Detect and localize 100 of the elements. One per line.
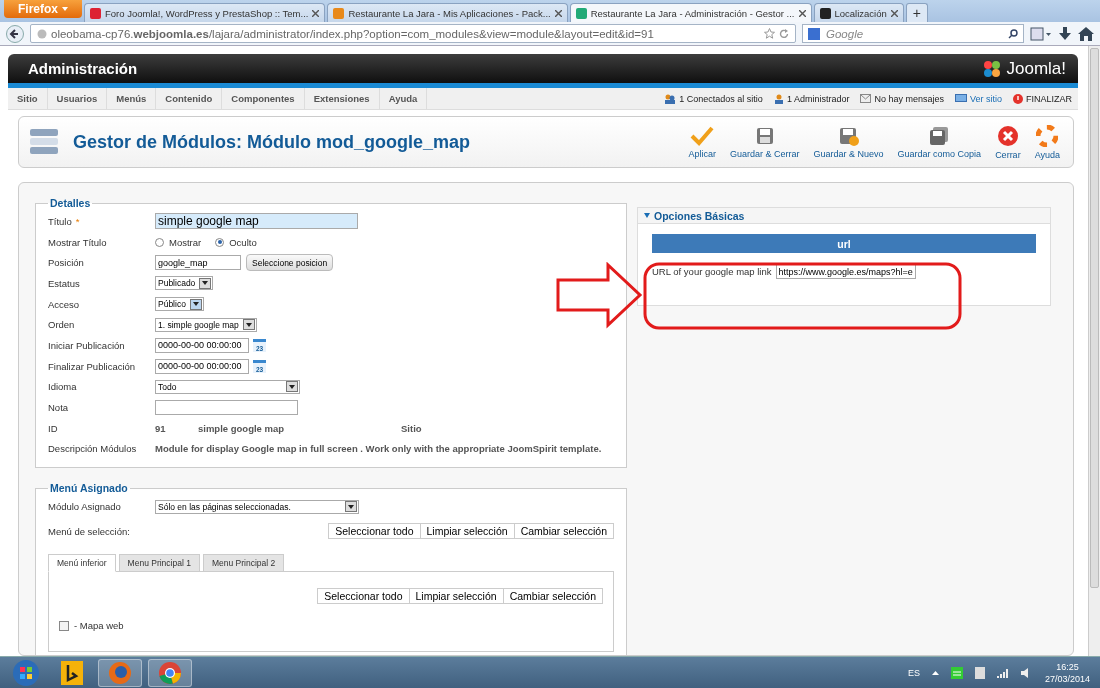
- selection-button[interactable]: Limpiar selección: [419, 523, 515, 540]
- field-label: ID: [48, 422, 59, 434]
- search-engine-icon[interactable]: [808, 27, 822, 40]
- field-label: Acceso: [48, 298, 81, 310]
- scrollbar[interactable]: [1088, 46, 1100, 656]
- modules-icon: [29, 127, 59, 157]
- select-position-button[interactable]: Seleccione posicion: [246, 254, 334, 272]
- close-icon[interactable]: [890, 9, 898, 17]
- back-icon[interactable]: [6, 24, 24, 43]
- status-item: No hay mensajes: [860, 93, 944, 104]
- caret-icon: [286, 381, 298, 393]
- language-indicator[interactable]: ES: [907, 667, 920, 678]
- field-label: URL of your google map link: [652, 266, 772, 277]
- users-icon: [664, 93, 677, 104]
- close-icon[interactable]: [798, 9, 806, 17]
- selection-button[interactable]: Seleccionar todo: [328, 523, 421, 540]
- favicon-icon: [819, 7, 831, 19]
- radio-button[interactable]: [215, 237, 225, 247]
- menu-tab[interactable]: Menú inferior: [48, 553, 116, 572]
- menu-item[interactable]: Menús: [107, 88, 157, 109]
- status-item[interactable]: FINALIZAR: [1013, 93, 1072, 104]
- toolbar-button[interactable]: Ayuda: [1027, 124, 1067, 160]
- network-app-icon[interactable]: [950, 666, 963, 679]
- close-icon[interactable]: [554, 9, 562, 17]
- radio-option[interactable]: Oculto: [215, 236, 257, 248]
- chrome-app-icon[interactable]: [148, 658, 192, 687]
- toolbar-button[interactable]: Guardar & Cerrar: [723, 125, 807, 159]
- joomla-logo: Joomla!: [982, 58, 1066, 79]
- admin-title: Administración: [28, 60, 138, 77]
- select-field[interactable]: Publicado: [155, 276, 214, 291]
- reload-icon[interactable]: [779, 28, 789, 39]
- note-field[interactable]: [155, 400, 298, 416]
- firefox-app-icon[interactable]: [98, 658, 142, 687]
- new-tab-button[interactable]: +: [905, 3, 928, 22]
- selection-button[interactable]: Cambiar selección: [513, 523, 614, 540]
- date-field[interactable]: 0000-00-00 00:00:00: [155, 337, 249, 353]
- select-field[interactable]: Sólo en las páginas seleccionadas.: [155, 499, 359, 514]
- select-field[interactable]: Público: [155, 297, 204, 312]
- clock[interactable]: 16:25 27/03/2014: [1044, 660, 1090, 685]
- menu-checkbox-item[interactable]: - Mapa web: [59, 620, 603, 632]
- menu-item[interactable]: Componentes: [222, 88, 305, 109]
- caret-icon: [62, 7, 68, 11]
- browser-tab[interactable]: Foro Joomla!, WordPress y PrestaShop :: Tem...: [84, 3, 326, 22]
- description-text: Module for display Google map in full screen . Work only with the appropriate JoomSpirit template.: [155, 443, 602, 455]
- view-site-link[interactable]: Ver sitio: [954, 93, 1002, 104]
- home-icon[interactable]: [1078, 26, 1094, 41]
- menu-item[interactable]: Sitio: [8, 88, 48, 109]
- field-label: Descripción Módulos: [48, 443, 138, 455]
- field-label: Mostrar Título: [48, 236, 108, 248]
- bookmarks-icon[interactable]: [1030, 26, 1052, 41]
- field-label: Estatus: [48, 277, 81, 289]
- checkmark-icon: [690, 125, 715, 146]
- search-field[interactable]: Google: [802, 24, 1024, 43]
- menu-tab[interactable]: Menu Principal 2: [202, 553, 285, 572]
- close-icon[interactable]: [312, 9, 320, 17]
- info-value: Sitio: [401, 422, 423, 434]
- select-field[interactable]: Todo: [155, 379, 300, 394]
- field-label: Nota: [48, 402, 70, 414]
- toolbar-button[interactable]: Guardar & Nuevo: [806, 125, 891, 159]
- info-value: simple google map: [198, 422, 286, 434]
- menu-item[interactable]: Usuarios: [47, 88, 108, 109]
- caret-icon: [242, 319, 255, 331]
- address-bar[interactable]: oleobama-cp76.webjoomla.es/lajara/administrator/index.php?option=com_modules&view=module&layout=edit&id=91: [30, 24, 796, 43]
- selection-button[interactable]: Limpiar selección: [408, 587, 504, 604]
- field-label: Posición: [48, 257, 85, 269]
- selection-button[interactable]: Seleccionar todo: [317, 587, 410, 604]
- browser-tab[interactable]: Restaurante La Jara - Administración - Gestor ...: [569, 3, 812, 22]
- clipboard-icon[interactable]: [974, 666, 985, 679]
- caret-icon: [345, 501, 357, 513]
- title-field[interactable]: simple google map: [155, 213, 358, 230]
- download-icon[interactable]: [1058, 26, 1072, 41]
- star-icon[interactable]: [764, 28, 775, 39]
- checkbox[interactable]: [59, 620, 69, 631]
- field-label: Módulo Asignado: [48, 501, 122, 513]
- panel-legend: Menú Asignado: [48, 482, 130, 495]
- date-field[interactable]: 0000-00-00 00:00:00: [155, 358, 249, 374]
- caret-icon[interactable]: [931, 670, 939, 675]
- favicon-icon: [90, 7, 101, 19]
- radio-button[interactable]: [155, 237, 164, 247]
- menu-item[interactable]: Ayuda: [379, 88, 428, 109]
- selection-button[interactable]: Cambiar selección: [502, 587, 603, 604]
- search-icon[interactable]: [1008, 28, 1018, 39]
- browser-tab[interactable]: Localización: [813, 3, 904, 22]
- favicon-icon: [575, 7, 587, 19]
- user-icon: [773, 93, 784, 104]
- browser-tab[interactable]: Restaurante La Jara - Mis Aplicaciones - Pack...: [327, 3, 568, 22]
- position-field[interactable]: google_map: [155, 255, 241, 271]
- menu-item[interactable]: Contenido: [156, 88, 223, 109]
- signal-icon[interactable]: [996, 667, 1009, 678]
- menu-tab[interactable]: Menu Principal 1: [118, 553, 200, 572]
- menu-item[interactable]: Extensiones: [304, 88, 380, 109]
- toolbar-button[interactable]: Guardar como Copia: [890, 125, 989, 159]
- field-label: Menú de selección:: [48, 525, 130, 537]
- toolbar-button[interactable]: Cerrar: [988, 124, 1028, 160]
- favicon-icon: [333, 7, 345, 19]
- options-heading[interactable]: Opciones Básicas: [638, 208, 1050, 224]
- select-field[interactable]: 1. simple google map: [155, 317, 257, 332]
- radio-option[interactable]: Mostrar: [155, 236, 202, 248]
- toolbar-button[interactable]: Aplicar: [681, 125, 723, 159]
- field-label: Idioma: [48, 381, 78, 393]
